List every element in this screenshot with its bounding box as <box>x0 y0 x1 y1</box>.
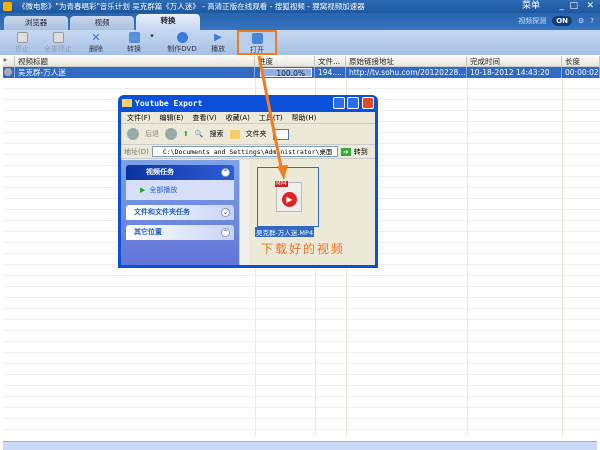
annotation-arrow <box>257 55 288 180</box>
